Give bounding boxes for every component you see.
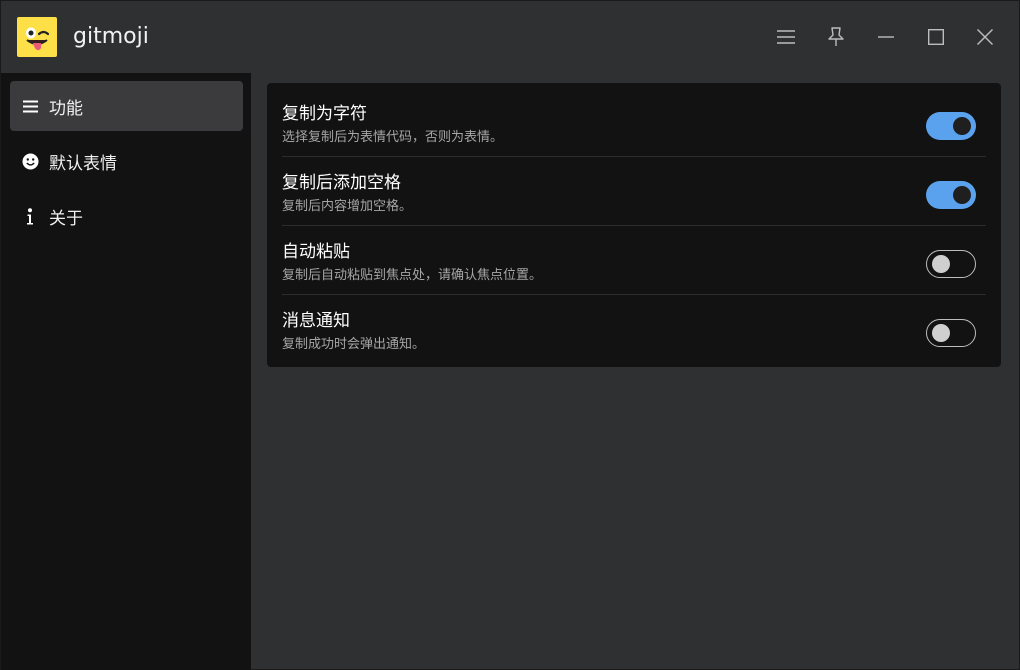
setting-title: 复制为字符: [282, 104, 367, 124]
setting-title: 消息通知: [282, 311, 350, 331]
maximize-icon: [928, 29, 944, 45]
sidebar-item-label: 关于: [49, 208, 83, 229]
setting-description: 复制后自动粘贴到焦点处，请确认焦点位置。: [282, 268, 543, 283]
setting-row-notification: 消息通知 复制成功时会弹出通知。: [282, 294, 986, 363]
pin-button[interactable]: [821, 22, 851, 52]
list-icon: [21, 97, 39, 115]
add-space-toggle[interactable]: [926, 181, 976, 209]
close-icon: [977, 29, 993, 45]
toggle-knob: [953, 117, 971, 135]
sidebar-item-features[interactable]: 功能: [10, 81, 243, 131]
menu-icon: [777, 30, 795, 44]
maximize-button[interactable]: [921, 22, 951, 52]
setting-description: 复制成功时会弹出通知。: [282, 337, 426, 352]
close-button[interactable]: [970, 22, 1000, 52]
minimize-icon: [878, 36, 894, 38]
toggle-knob: [932, 324, 950, 342]
app-logo-icon: [17, 17, 57, 57]
setting-row-auto-paste: 自动粘贴 复制后自动粘贴到焦点处，请确认焦点位置。: [282, 225, 986, 294]
sidebar-item-default-emoji[interactable]: 默认表情: [10, 136, 243, 186]
auto-paste-toggle[interactable]: [926, 250, 976, 278]
info-icon: [21, 207, 39, 225]
title-bar: gitmoji: [1, 1, 1020, 73]
app-window: gitmoji 功能 默认表情 关于 复制为字符 选择复制后为表情代码，否则为表…: [0, 0, 1020, 670]
minimize-button[interactable]: [871, 22, 901, 52]
sidebar: 功能 默认表情 关于: [1, 73, 251, 670]
toggle-knob: [932, 255, 950, 273]
sidebar-item-label: 默认表情: [49, 153, 117, 174]
notification-toggle[interactable]: [926, 319, 976, 347]
setting-description: 选择复制后为表情代码，否则为表情。: [282, 130, 504, 145]
setting-description: 复制后内容增加空格。: [282, 199, 413, 214]
toggle-knob: [953, 186, 971, 204]
sidebar-item-label: 功能: [49, 98, 83, 119]
setting-row-copy-as-code: 复制为字符 选择复制后为表情代码，否则为表情。: [282, 87, 986, 156]
setting-title: 复制后添加空格: [282, 173, 401, 193]
pin-icon: [827, 27, 845, 47]
setting-title: 自动粘贴: [282, 242, 350, 262]
smiley-icon: [21, 152, 39, 170]
sidebar-item-about[interactable]: 关于: [10, 191, 243, 241]
settings-card: 复制为字符 选择复制后为表情代码，否则为表情。 复制后添加空格 复制后内容增加空…: [267, 83, 1001, 367]
copy-as-code-toggle[interactable]: [926, 112, 976, 140]
setting-row-add-space: 复制后添加空格 复制后内容增加空格。: [282, 156, 986, 225]
app-title: gitmoji: [73, 24, 149, 49]
menu-button[interactable]: [771, 22, 801, 52]
